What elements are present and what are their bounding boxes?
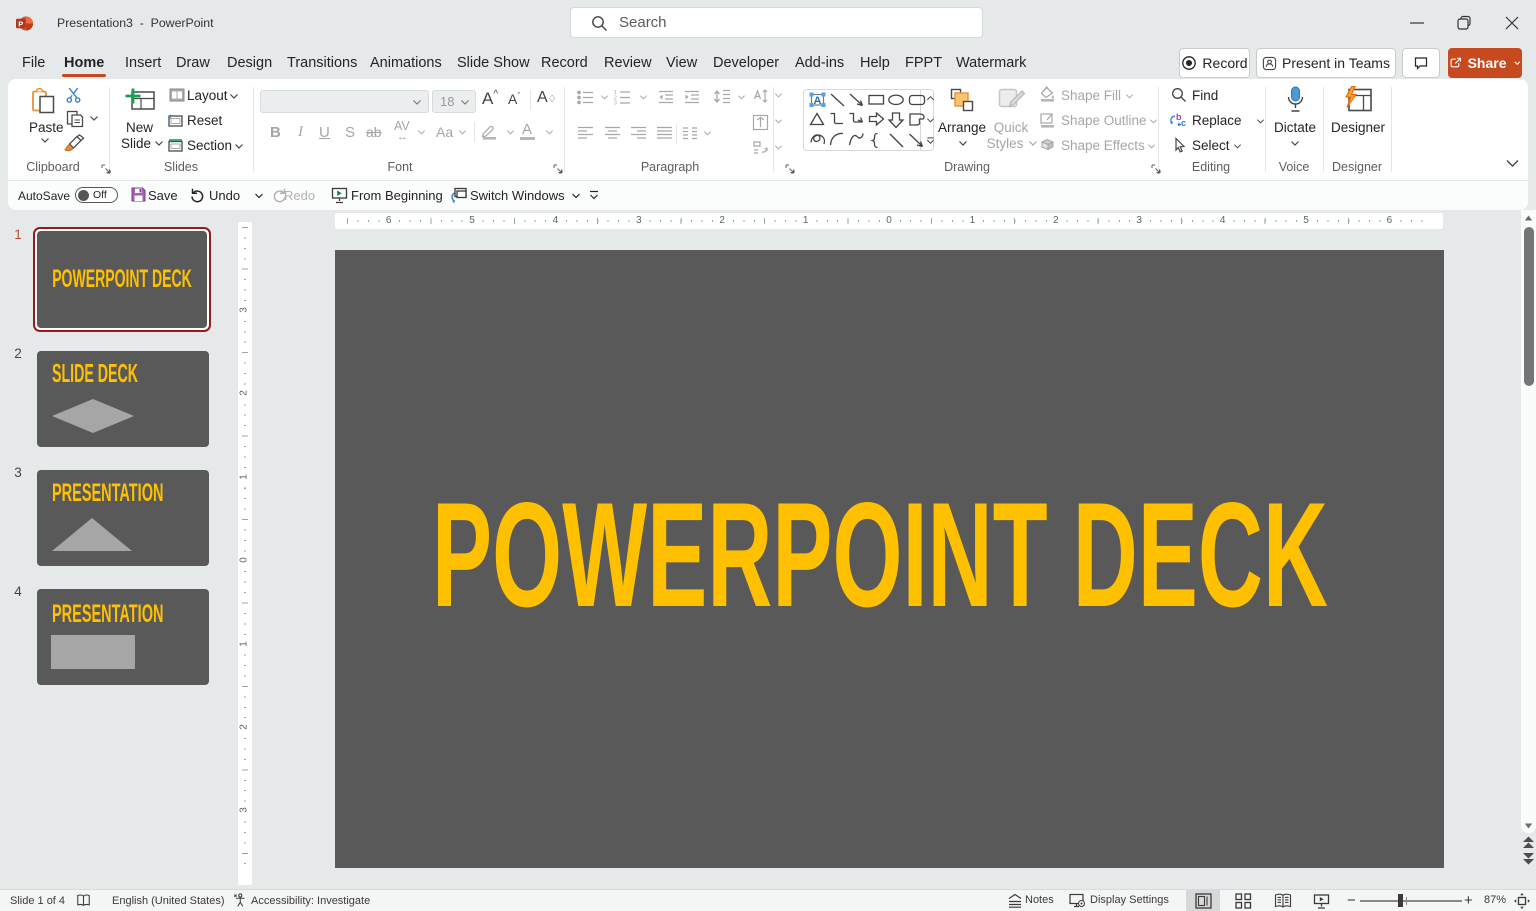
svg-text:3: 3 (614, 101, 617, 106)
svg-text:c: c (1181, 118, 1186, 128)
svg-text:A: A (814, 95, 822, 107)
svg-text:P: P (18, 20, 23, 29)
